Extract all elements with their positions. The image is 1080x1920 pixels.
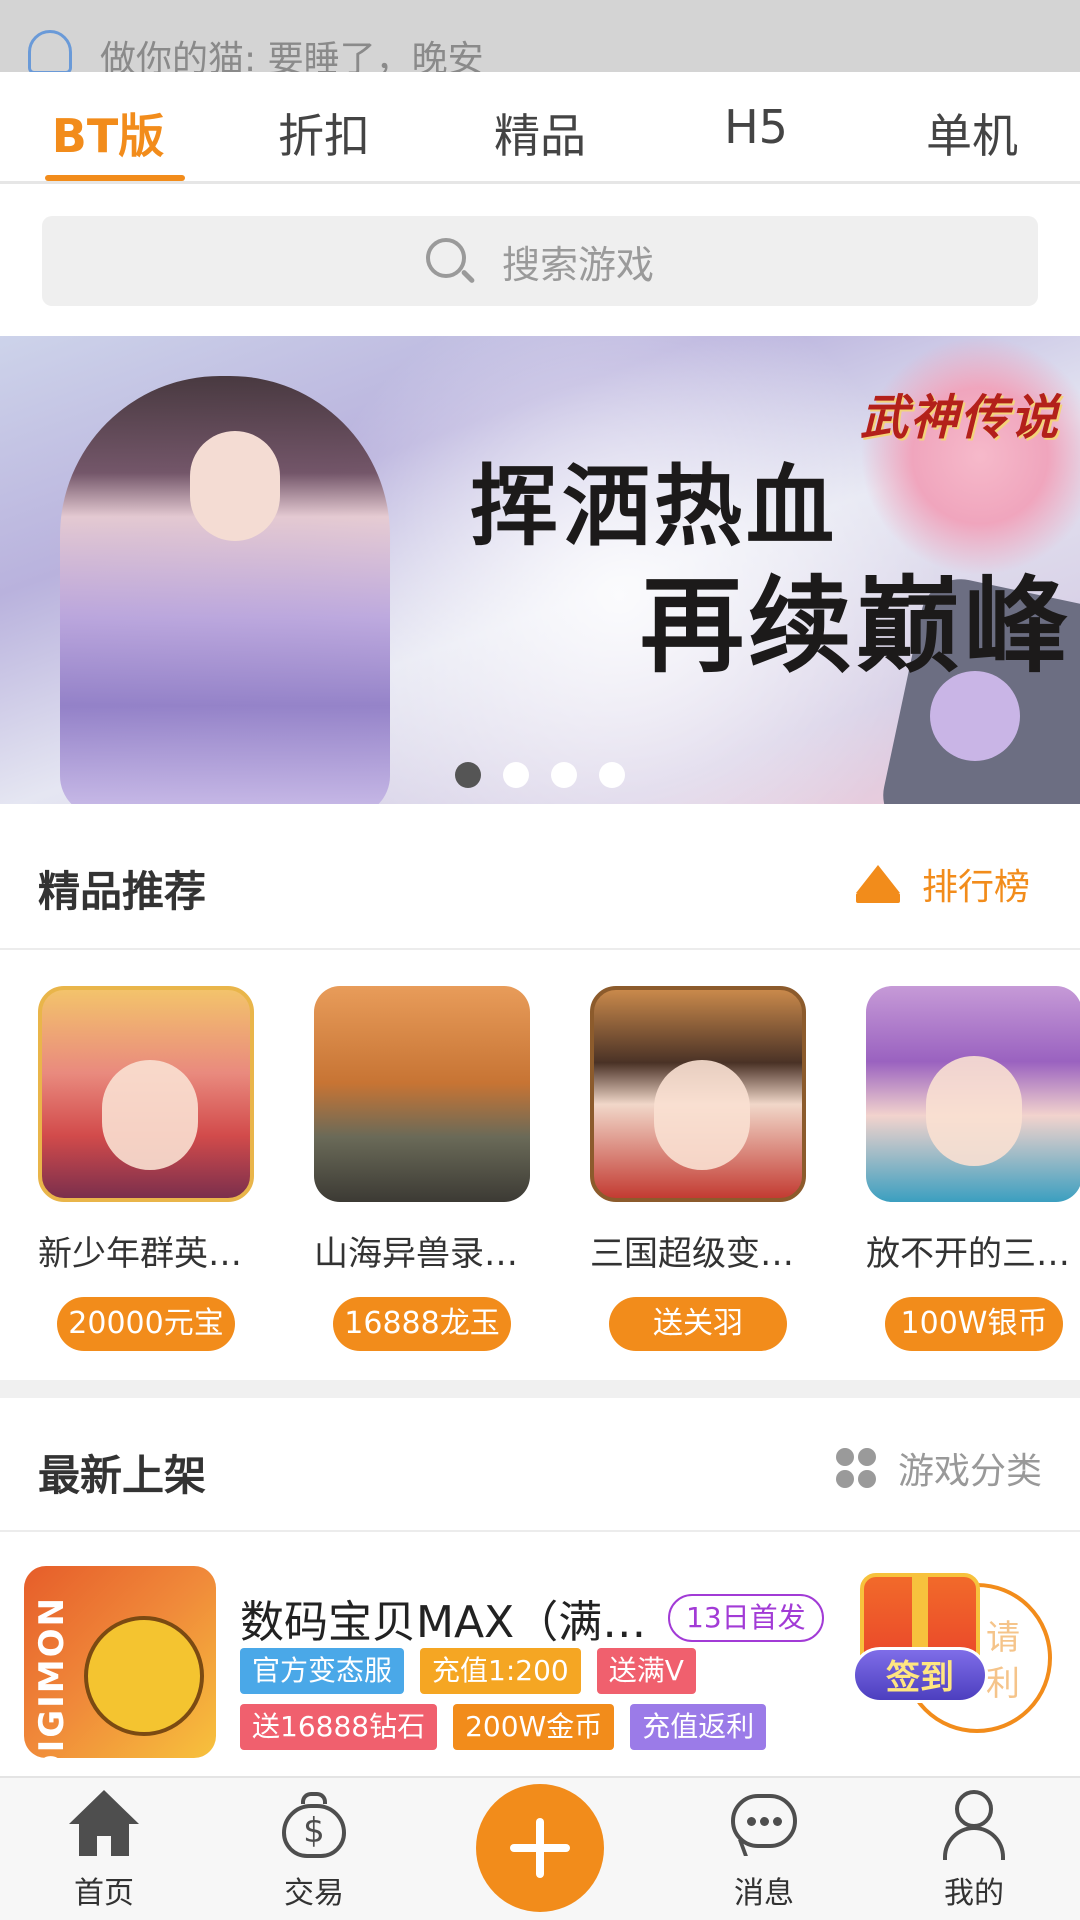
- notification-app-icon: [28, 30, 72, 72]
- nav-messages[interactable]: 消息: [694, 1790, 834, 1912]
- section-divider: [0, 1380, 1080, 1398]
- tag: 送16888钻石: [240, 1704, 438, 1750]
- tab-single[interactable]: 单机: [864, 72, 1080, 181]
- banner-slogan-line2: 再续巅峰: [640, 564, 1073, 687]
- banner-character-face: [190, 431, 280, 541]
- game-card[interactable]: 三国超级变… 送关羽: [588, 986, 808, 1351]
- signin-ring-text: 请利: [986, 1618, 1020, 1704]
- game-card[interactable]: 新少年群英… 20000元宝: [36, 986, 256, 1351]
- tag-row: 官方变态服 充值1:200 送满V: [240, 1648, 696, 1694]
- home-icon: [69, 1790, 139, 1860]
- search-icon: [425, 238, 476, 284]
- tag: 充值返利: [630, 1704, 767, 1750]
- game-icon: [38, 986, 254, 1202]
- banner-game-logo: 武神传说: [860, 390, 1061, 446]
- game-name: 放不开的三…: [866, 1234, 1070, 1274]
- game-icon: [590, 986, 806, 1202]
- banner-dot-3[interactable]: [551, 762, 577, 788]
- tag: 官方变态服: [240, 1648, 405, 1694]
- game-card[interactable]: 放不开的三… 100W银币: [864, 986, 1080, 1351]
- game-name: 新少年群英…: [38, 1234, 242, 1274]
- game-gift-badge[interactable]: 100W银币: [885, 1297, 1063, 1351]
- featured-games-list: 新少年群英… 20000元宝 山海异兽录… 16888龙玉 三国超级变… 送关羽…: [0, 950, 1080, 1380]
- banner-dot-2[interactable]: [503, 762, 529, 788]
- game-icon: DIGIMON: [24, 1566, 216, 1758]
- ranking-label: 排行榜: [921, 867, 1030, 908]
- nav-profile[interactable]: 我的: [904, 1790, 1044, 1912]
- ranking-link[interactable]: 排行榜: [855, 858, 1030, 910]
- tag: 充值1:200: [420, 1648, 581, 1694]
- tag-row: 送16888钻石 200W金币 充值返利: [240, 1704, 767, 1750]
- game-gift-badge[interactable]: 16888龙玉: [333, 1297, 511, 1351]
- tab-h5[interactable]: H5: [648, 72, 864, 181]
- promo-banner[interactable]: 武神传说 挥洒热血 再续巅峰: [0, 336, 1080, 804]
- search-placeholder: 搜索游戏: [501, 242, 654, 287]
- grid-icon: [835, 1448, 876, 1488]
- game-icon-text: DIGIMON: [32, 1596, 72, 1758]
- search-input[interactable]: 搜索游戏: [42, 216, 1038, 306]
- add-button[interactable]: [476, 1784, 604, 1912]
- nav-messages-label: 消息: [734, 1876, 794, 1911]
- game-name: 山海异兽录…: [314, 1234, 518, 1274]
- tab-discount[interactable]: 折扣: [216, 72, 432, 181]
- nav-home[interactable]: 首页: [34, 1790, 174, 1912]
- game-gift-badge[interactable]: 20000元宝: [57, 1297, 235, 1351]
- game-card[interactable]: 山海异兽录… 16888龙玉: [312, 986, 532, 1351]
- nav-trade-label: 交易: [284, 1876, 344, 1911]
- latest-title: 最新上架: [38, 1451, 207, 1500]
- money-bag-icon: $: [279, 1790, 349, 1860]
- featured-title: 精品推荐: [38, 867, 207, 916]
- tab-bt[interactable]: BT版: [0, 72, 216, 181]
- banner-dot-4[interactable]: [599, 762, 625, 788]
- nav-trade[interactable]: $ 交易: [244, 1790, 384, 1912]
- latest-section-header: 最新上架 游戏分类: [0, 1398, 1080, 1532]
- tag: 送满V: [596, 1648, 696, 1694]
- game-mascot: [84, 1616, 204, 1736]
- signin-float-button[interactable]: 请利 签到: [852, 1535, 1062, 1745]
- game-name: 三国超级变…: [590, 1234, 794, 1274]
- game-name: 数码宝贝MAX（满…: [240, 1597, 647, 1648]
- category-label: 游戏分类: [897, 1451, 1042, 1492]
- signin-label: 签到: [852, 1647, 988, 1703]
- banner-pagination: [455, 762, 625, 788]
- game-icon: [866, 986, 1080, 1202]
- crown-icon: [855, 865, 900, 903]
- notification-banner[interactable]: 做你的猫: 要睡了，晚安: [0, 0, 1080, 72]
- banner-rabbit-mascot: [930, 671, 1020, 761]
- game-gift-badge[interactable]: 送关羽: [609, 1297, 787, 1351]
- tag: 200W金币: [453, 1704, 615, 1750]
- release-badge: 13日首发: [668, 1594, 824, 1642]
- notification-text: 做你的猫: 要睡了，晚安: [100, 39, 484, 72]
- category-tabs: BT版 折扣 精品 H5 单机: [0, 72, 1080, 184]
- nav-profile-label: 我的: [944, 1876, 1004, 1911]
- game-icon: [314, 986, 530, 1202]
- banner-dot-1[interactable]: [455, 762, 481, 788]
- nav-home-label: 首页: [74, 1876, 134, 1911]
- tab-premium[interactable]: 精品: [432, 72, 648, 181]
- user-icon: [939, 1790, 1009, 1860]
- category-link[interactable]: 游戏分类: [835, 1442, 1042, 1494]
- featured-section-header: 精品推荐 排行榜: [0, 810, 1080, 950]
- chat-icon: [729, 1790, 799, 1860]
